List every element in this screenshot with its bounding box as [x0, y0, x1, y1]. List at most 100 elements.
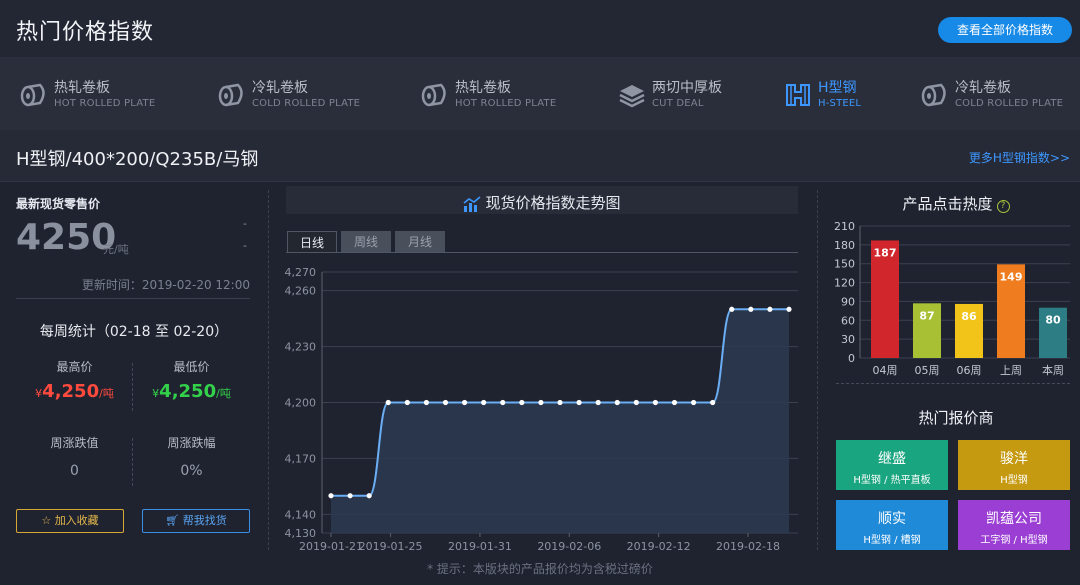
weekly-high: 最高价 ¥4,250/吨 [16, 358, 133, 402]
x-tick-label: 05周 [915, 364, 940, 377]
supplier-name: 继盛 [878, 451, 906, 467]
x-tick-label: 2019-02-18 [716, 540, 780, 553]
data-point [690, 399, 697, 406]
weekly-change: 周涨跌值 0 [16, 434, 133, 479]
x-tick-label: 本周 [1042, 363, 1064, 377]
high-price-value: ¥4,250/吨 [16, 381, 133, 402]
area-fill [331, 309, 789, 533]
data-point [328, 493, 334, 499]
help-icon[interactable]: ? [996, 200, 1010, 213]
x-tick-label: 2019-01-31 [448, 540, 512, 553]
data-point [595, 399, 601, 406]
price-panel: 最新现货零售价 4250 元/吨 - - 更新时间：2019-02-20 12:… [0, 183, 268, 585]
low-price-value: ¥4,250/吨 [133, 381, 250, 402]
tab-label-cn: 热轧卷板 [455, 80, 511, 96]
coil-icon [20, 83, 45, 107]
coil-icon [218, 83, 243, 107]
tab-label-cn: H型钢 [818, 80, 857, 96]
product-bar: H型钢/400*200/Q235B/马钢 更多H型钢指数>> [0, 130, 1080, 182]
data-point [423, 399, 430, 406]
high-price-number: 4,250 [42, 381, 100, 402]
data-point [538, 399, 544, 406]
h-beam-icon [786, 84, 810, 106]
supplier-name: 顺实 [878, 511, 906, 527]
weekly-pct-label: 周涨跌幅 [167, 436, 216, 450]
supplier-card[interactable]: 骏洋 H型钢 [958, 440, 1070, 490]
y-tick-label: 90 [841, 295, 855, 308]
find-goods-button[interactable]: 🛒︎ 帮我找货 [142, 509, 250, 533]
price-change-value: - [243, 217, 247, 230]
data-point [347, 493, 353, 499]
tab-cold-rolled-2[interactable]: 冷轧卷板 COLD ROLLED PLATE [921, 58, 1076, 130]
top-bar: 热门价格指数 查看全部价格指数 [0, 0, 1080, 58]
tab-cold-rolled-1[interactable]: 冷轧卷板 COLD ROLLED PLATE [218, 58, 388, 130]
suppliers-title: 热门报价商 [918, 409, 994, 427]
add-favorite-button[interactable]: ☆ 加入收藏 [16, 509, 124, 533]
tab-monthly[interactable]: 月线 [395, 231, 445, 253]
tab-cut-deal[interactable]: 两切中厚板 CUT DEAL [618, 58, 768, 130]
tab-hot-rolled-2[interactable]: 热轧卷板 HOT ROLLED PLATE [421, 58, 591, 130]
tab-label-cn: 冷轧卷板 [955, 80, 1011, 96]
x-tick-label: 2019-01-25 [359, 540, 423, 553]
data-point [576, 399, 582, 406]
data-point [461, 399, 468, 406]
divider [836, 383, 1070, 384]
data-point [519, 399, 525, 406]
heat-title: 产品点击热度? [836, 193, 1076, 214]
y-tick-label: 4,230 [285, 341, 317, 354]
low-price-label: 最低价 [173, 360, 210, 374]
high-price-unit: /吨 [99, 387, 114, 400]
x-tick-label: 06周 [957, 364, 982, 377]
y-tick-label: 4,130 [285, 527, 317, 540]
data-point [748, 306, 754, 312]
retail-price-unit: 元/吨 [103, 243, 129, 256]
y-tick-label: 4,270 [285, 266, 317, 279]
tab-h-steel[interactable]: H型钢 H-STEEL [784, 58, 904, 130]
data-point [366, 493, 372, 499]
data-point [767, 306, 773, 312]
trend-chart-icon [463, 195, 481, 212]
y-tick-label: 4,200 [285, 397, 317, 410]
supplier-card[interactable]: 凯蕴公司 工字钢 / H型钢 [958, 500, 1070, 550]
y-tick-label: 30 [841, 333, 855, 346]
tab-label-en: H-STEEL [818, 98, 862, 109]
y-tick-label: 60 [841, 314, 855, 327]
data-point [710, 399, 716, 406]
plate-stack-icon [619, 85, 645, 108]
footer-tip: * 提示：本版块的产品报价均为含税过磅价 [427, 562, 653, 576]
tab-underline [286, 252, 798, 253]
data-point [671, 399, 678, 406]
high-price-label: 最高价 [56, 360, 93, 374]
bar-value-label: 80 [1045, 314, 1061, 327]
supplier-card[interactable]: 继盛 H型钢 / 热平直板 [836, 440, 948, 490]
update-time: 更新时间：2019-02-20 12:00 [81, 278, 250, 292]
more-h-steel-link[interactable]: 更多H型钢指数>> [969, 149, 1070, 166]
tab-daily[interactable]: 日线 [287, 231, 337, 253]
tab-label-cn: 两切中厚板 [652, 80, 722, 96]
divider [268, 190, 269, 550]
supplier-card[interactable]: 顺实 H型钢 / 槽钢 [836, 500, 948, 550]
weekly-change-value: 0 [70, 463, 79, 479]
supplier-types: H型钢 / 热平直板 [853, 475, 931, 486]
category-tabs: 热轧卷板 HOT ROLLED PLATE 冷轧卷板 COLD ROLLED P… [0, 58, 1080, 130]
y-tick-label: 0 [848, 352, 855, 365]
weekly-stats-title: 每周统计（02-18 至 02-20） [39, 324, 229, 340]
weekly-pct-value: 0% [180, 463, 203, 479]
tab-weekly[interactable]: 周线 [341, 231, 391, 253]
view-all-index-button[interactable]: 查看全部价格指数 [938, 17, 1072, 43]
x-tick-label: 2019-01-21 [299, 540, 363, 553]
supplier-types: H型钢 / 槽钢 [863, 535, 921, 546]
price-change-pct: - [243, 239, 247, 252]
data-point [652, 399, 659, 406]
data-point [404, 399, 410, 406]
tab-hot-rolled-1[interactable]: 热轧卷板 HOT ROLLED PLATE [20, 58, 190, 130]
tab-label-cn: 热轧卷板 [54, 80, 110, 96]
chart-title-text: 现货价格指数走势图 [485, 194, 621, 212]
x-tick-label: 04周 [873, 364, 898, 377]
cart-icon: 🛒︎ [165, 514, 180, 527]
find-goods-label: 帮我找货 [182, 514, 227, 527]
retail-price-label: 最新现货零售价 [16, 197, 101, 211]
low-price-number: 4,250 [159, 381, 217, 402]
tab-label-en: COLD ROLLED PLATE [252, 98, 361, 109]
divider [16, 298, 250, 299]
